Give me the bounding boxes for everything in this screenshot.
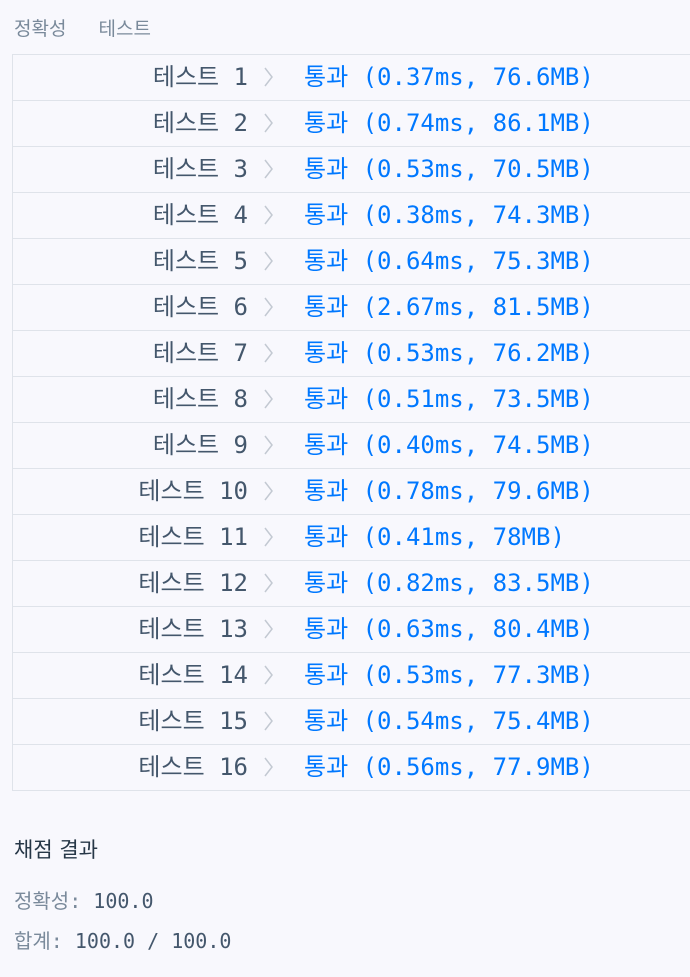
test-label: 테스트 13 [138,615,248,643]
test-label: 테스트 15 [138,707,248,735]
chevron-right-icon [264,205,273,225]
chevron-right-icon [264,527,273,547]
test-result: 통과 (0.53ms, 76.2MB) [304,339,594,367]
chevron-right-icon [264,573,273,593]
test-result: 통과 (2.67ms, 81.5MB) [304,293,594,321]
test-label: 테스트 8 [152,385,248,413]
test-result: 통과 (0.53ms, 77.3MB) [304,661,594,689]
test-row[interactable]: 테스트 9 통과 (0.40ms, 74.5MB) [13,423,690,469]
summary-title: 채점 결과 [14,838,98,862]
test-label: 테스트 12 [138,569,248,597]
test-label: 테스트 16 [138,753,248,781]
chevron-right-icon [264,251,273,271]
test-label: 테스트 4 [152,201,248,229]
test-result: 통과 (0.38ms, 74.3MB) [304,201,594,229]
chevron-right-icon [264,619,273,639]
test-result: 통과 (0.82ms, 83.5MB) [304,569,594,597]
test-row[interactable]: 테스트 13 통과 (0.63ms, 80.4MB) [13,607,690,653]
test-row[interactable]: 테스트 11 통과 (0.41ms, 78MB) [13,515,690,561]
chevron-right-icon [264,665,273,685]
test-result: 통과 (0.54ms, 75.4MB) [304,707,594,735]
total-label: 합계: [14,929,63,953]
test-result: 통과 (0.56ms, 77.9MB) [304,753,594,781]
test-label: 테스트 6 [152,293,248,321]
test-label: 테스트 7 [152,339,248,367]
test-result: 통과 (0.63ms, 80.4MB) [304,615,594,643]
test-results-table: 테스트 1 통과 (0.37ms, 76.6MB) 테스트 2 통과 (0.74ms,… [12,54,690,791]
test-row[interactable]: 테스트 4 통과 (0.38ms, 74.3MB) [13,193,690,239]
test-result: 통과 (0.74ms, 86.1MB) [304,109,594,137]
test-row[interactable]: 테스트 5 통과 (0.64ms, 75.3MB) [13,239,690,285]
chevron-right-icon [264,711,273,731]
test-label: 테스트 10 [138,477,248,505]
tab-bar: 정확성 테스트 [14,14,177,41]
test-label: 테스트 3 [152,155,248,183]
chevron-right-icon [264,389,273,409]
chevron-right-icon [264,159,273,179]
tab-test[interactable]: 테스트 [99,18,151,40]
test-row[interactable]: 테스트 8 통과 (0.51ms, 73.5MB) [13,377,690,423]
test-row[interactable]: 테스트 10 통과 (0.78ms, 79.6MB) [13,469,690,515]
test-row[interactable]: 테스트 15 통과 (0.54ms, 75.4MB) [13,699,690,745]
test-row[interactable]: 테스트 16 통과 (0.56ms, 77.9MB) [13,745,690,790]
test-label: 테스트 1 [152,63,248,91]
test-row[interactable]: 테스트 1 통과 (0.37ms, 76.6MB) [13,55,690,101]
test-label: 테스트 14 [138,661,248,689]
chevron-right-icon [264,435,273,455]
chevron-right-icon [264,297,273,317]
chevron-right-icon [264,481,273,501]
test-result: 통과 (0.53ms, 70.5MB) [304,155,594,183]
accuracy-label: 정확성: [14,889,82,913]
test-row[interactable]: 테스트 2 통과 (0.74ms, 86.1MB) [13,101,690,147]
test-result: 통과 (0.37ms, 76.6MB) [304,63,594,91]
test-result: 통과 (0.78ms, 79.6MB) [304,477,594,505]
test-result: 통과 (0.41ms, 78MB) [304,523,565,551]
test-result: 통과 (0.40ms, 74.5MB) [304,431,594,459]
accuracy-value: 100.0 [93,889,154,913]
test-label: 테스트 5 [152,247,248,275]
test-row[interactable]: 테스트 7 통과 (0.53ms, 76.2MB) [13,331,690,377]
chevron-right-icon [264,757,273,777]
test-row[interactable]: 테스트 14 통과 (0.53ms, 77.3MB) [13,653,690,699]
chevron-right-icon [264,113,273,133]
accuracy-score: 정확성: 100.0 [14,885,154,914]
test-label: 테스트 2 [152,109,248,137]
chevron-right-icon [264,343,273,363]
test-result: 통과 (0.51ms, 73.5MB) [304,385,594,413]
test-label: 테스트 9 [152,431,248,459]
tab-accuracy[interactable]: 정확성 [14,18,66,40]
test-row[interactable]: 테스트 3 통과 (0.53ms, 70.5MB) [13,147,690,193]
total-value: 100.0 / 100.0 [74,929,232,953]
test-row[interactable]: 테스트 12 통과 (0.82ms, 83.5MB) [13,561,690,607]
total-score: 합계: 100.0 / 100.0 [14,925,231,954]
chevron-right-icon [264,67,273,87]
test-label: 테스트 11 [138,523,248,551]
test-row[interactable]: 테스트 6 통과 (2.67ms, 81.5MB) [13,285,690,331]
test-result: 통과 (0.64ms, 75.3MB) [304,247,594,275]
